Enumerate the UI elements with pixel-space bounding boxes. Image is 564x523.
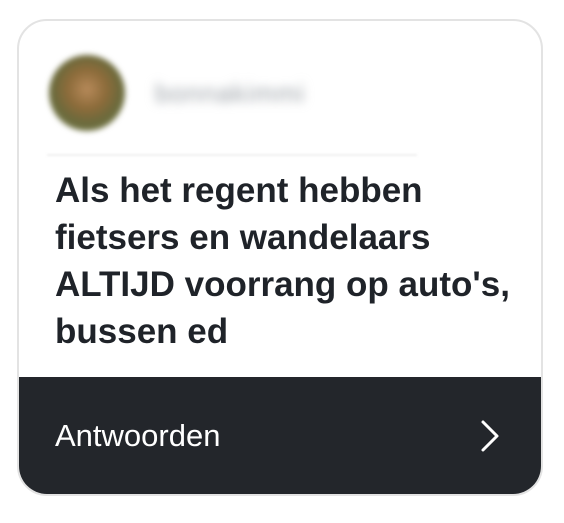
answer-label: Antwoorden <box>55 417 221 453</box>
chevron-right-icon <box>475 420 505 451</box>
answer-button[interactable]: Antwoorden <box>19 377 541 494</box>
divider <box>47 154 417 156</box>
author-username[interactable]: bonnakimmi <box>155 78 305 109</box>
question-text: Als het regent hebben fietsers en wandel… <box>55 171 510 351</box>
question-card[interactable]: bonnakimmi Als het regent hebben fietser… <box>17 19 543 496</box>
author-header[interactable]: bonnakimmi <box>49 53 305 133</box>
avatar[interactable] <box>49 55 125 131</box>
